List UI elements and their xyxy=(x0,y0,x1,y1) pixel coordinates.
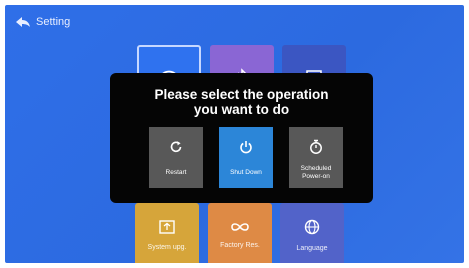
shut-down-label: Shut Down xyxy=(230,169,262,176)
timer-icon xyxy=(310,139,322,154)
shut-down-button[interactable]: Shut Down xyxy=(219,127,273,188)
back-arrow-icon[interactable] xyxy=(15,16,31,28)
infinity-icon xyxy=(231,222,249,231)
page-title: Setting xyxy=(36,16,71,28)
scheduled-power-on-button[interactable]: Scheduled Power-on xyxy=(289,127,343,188)
tile-language[interactable]: Language xyxy=(280,203,344,263)
dialog-title: Please select the operation you want to … xyxy=(110,87,373,117)
tile-label: Factory Res. xyxy=(220,241,260,249)
dialog-title-line-1: Please select the operation xyxy=(154,87,329,102)
tile-system-upgrade[interactable]: System upg. xyxy=(135,203,199,263)
power-options-dialog: Please select the operation you want to … xyxy=(110,73,373,203)
settings-screen: Setting System upg. Factory Res. Languag… xyxy=(5,5,464,263)
power-icon xyxy=(240,141,252,154)
globe-icon xyxy=(304,219,320,234)
header[interactable]: Setting xyxy=(15,16,70,28)
dialog-title-line-2: you want to do xyxy=(193,102,290,117)
restart-button[interactable]: Restart xyxy=(149,127,203,188)
restart-icon xyxy=(170,141,182,153)
scheduled-power-on-label: Scheduled Power-on xyxy=(300,165,332,180)
tile-label: System upg. xyxy=(147,243,187,251)
tile-factory-reset[interactable]: Factory Res. xyxy=(208,203,272,263)
restart-label: Restart xyxy=(165,169,187,176)
tile-label: Language xyxy=(296,244,328,252)
system-upgrade-icon xyxy=(159,219,175,234)
